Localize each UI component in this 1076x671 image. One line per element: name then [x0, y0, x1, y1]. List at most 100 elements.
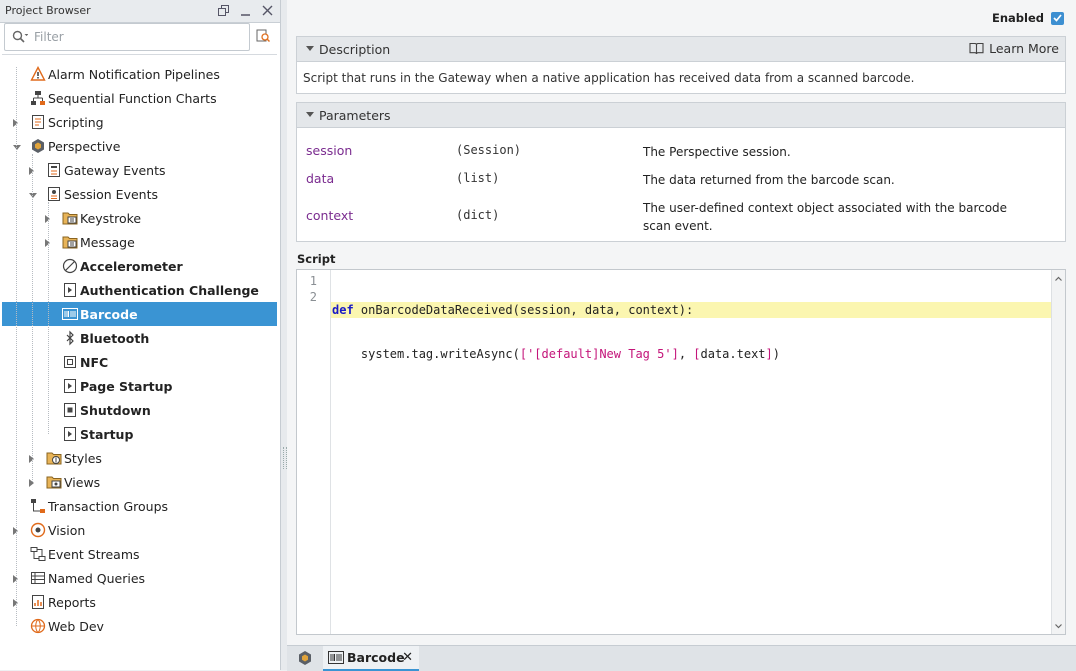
tree-item-vision[interactable]: Vision — [2, 518, 277, 542]
tree-item-page-startup[interactable]: Page Startup — [2, 374, 277, 398]
web-dev-icon — [30, 618, 46, 634]
learn-more-link[interactable]: Learn More — [969, 41, 1059, 56]
description-header[interactable]: Description Learn More — [297, 37, 1065, 62]
vision-icon — [30, 522, 46, 538]
tree-item-scripting[interactable]: Scripting — [2, 110, 277, 134]
line-number: 2 — [309, 290, 317, 304]
tree-item-views[interactable]: Views — [2, 470, 277, 494]
tree-item-label: Perspective — [48, 139, 121, 154]
tree-item-label: Web Dev — [48, 619, 104, 634]
code-bracket: ] — [765, 347, 773, 361]
tree-item-label: Gateway Events — [64, 163, 166, 178]
accelerometer-icon — [62, 258, 78, 274]
learn-more-label: Learn More — [989, 41, 1059, 56]
tree-item-nfc[interactable]: NFC — [2, 350, 277, 374]
parameter-description: The user-defined context object associat… — [643, 201, 1008, 233]
tab-label: Barcode — [347, 650, 405, 665]
tree-item-perspective[interactable]: Perspective — [2, 134, 277, 158]
tree-item-label: Page Startup — [80, 379, 173, 394]
tree-item-session-events[interactable]: Session Events — [2, 182, 277, 206]
tree-item-keystroke[interactable]: Keystroke — [2, 206, 277, 230]
tree-item-reports[interactable]: Reports — [2, 590, 277, 614]
code-bracket: [ — [693, 347, 701, 361]
tree-item-event-streams[interactable]: Event Streams — [2, 542, 277, 566]
enabled-checkbox[interactable] — [1051, 11, 1064, 25]
close-icon[interactable] — [260, 3, 274, 17]
perspective-icon — [30, 138, 46, 154]
tree-item-label: Transaction Groups — [48, 499, 169, 514]
shutdown-icon — [62, 402, 78, 418]
locate-icon[interactable] — [256, 29, 271, 43]
collapse-triangle-icon[interactable] — [306, 46, 314, 52]
enabled-label: Enabled — [991, 11, 1044, 25]
tree-item-sequential-function-charts[interactable]: Sequential Function Charts — [2, 86, 277, 110]
bluetooth-icon — [62, 330, 78, 346]
tree-item-label: Event Streams — [48, 547, 140, 562]
tree-item-shutdown[interactable]: Shutdown — [2, 398, 277, 422]
alarm-pipeline-icon — [30, 65, 46, 82]
tab-close-icon[interactable]: ✕ — [402, 650, 413, 665]
tree-item-message[interactable]: Message — [2, 230, 277, 254]
tree-item-styles[interactable]: Styles — [2, 446, 277, 470]
tree-item-alarm-notification-pipelines[interactable]: Alarm Notification Pipelines — [2, 62, 277, 86]
tree-guide-line — [32, 154, 33, 482]
project-tree: Alarm Notification Pipelines Sequential F… — [2, 54, 277, 670]
tab-barcode[interactable]: Barcode ✕ — [323, 646, 419, 671]
collapse-triangle-icon[interactable] — [306, 112, 314, 118]
editor-tab-bar: Barcode ✕ — [287, 645, 1076, 671]
vertical-scrollbar[interactable] — [1051, 270, 1065, 634]
filter-placeholder: Filter — [34, 30, 64, 44]
tree-item-label: Shutdown — [80, 403, 151, 418]
tree-item-label: Scripting — [48, 115, 104, 130]
tree-item-label: Accelerometer — [80, 259, 183, 274]
code-line[interactable]: def onBarcodeDataReceived(session, data,… — [331, 302, 1051, 318]
tree-item-accelerometer[interactable]: Accelerometer — [2, 254, 277, 278]
tree-item-barcode[interactable]: Barcode — [2, 302, 277, 326]
parameter-type: (dict) — [456, 208, 500, 222]
tree-item-label: Barcode — [80, 307, 138, 322]
tree-item-web-dev[interactable]: Web Dev — [2, 614, 277, 638]
code-text: data.text — [700, 347, 766, 361]
tree-guide-line — [48, 202, 49, 434]
parameter-name: data — [306, 171, 335, 186]
gateway-events-icon — [46, 162, 62, 178]
tree-item-label: Message — [80, 235, 135, 250]
tree-item-bluetooth[interactable]: Bluetooth — [2, 326, 277, 350]
tree-item-startup[interactable]: Startup — [2, 422, 277, 446]
code-line[interactable]: system.tag.writeAsync(['[default]New Tag… — [331, 346, 1051, 362]
tree-item-label: Keystroke — [80, 211, 142, 226]
code-string: '[default]New Tag 5' — [527, 347, 672, 361]
reports-icon — [30, 594, 46, 610]
search-icon — [12, 30, 29, 47]
perspective-icon[interactable] — [297, 650, 313, 669]
tree-item-gateway-events[interactable]: Gateway Events — [2, 158, 277, 182]
tree-item-named-queries[interactable]: Named Queries — [2, 566, 277, 590]
code-editor[interactable]: 1 2 def onBarcodeDataReceived(session, d… — [296, 269, 1066, 635]
parameter-name: context — [306, 208, 354, 223]
code-content[interactable]: def onBarcodeDataReceived(session, data,… — [331, 274, 1051, 390]
filter-input[interactable]: Filter — [4, 23, 250, 51]
tree-item-authentication-challenge[interactable]: Authentication Challenge — [2, 278, 277, 302]
tree-item-label: Styles — [64, 451, 102, 466]
tree-item-label: Reports — [48, 595, 96, 610]
scroll-down-icon[interactable] — [1052, 620, 1065, 632]
parameter-description: The data returned from the barcode scan. — [643, 173, 895, 187]
parameters-header[interactable]: Parameters — [297, 103, 1065, 128]
script-event-icon — [62, 282, 78, 298]
float-icon[interactable] — [216, 3, 230, 17]
parameter-type: (Session) — [456, 143, 522, 157]
scroll-up-icon[interactable] — [1052, 273, 1065, 285]
transaction-groups-icon — [30, 498, 46, 514]
tree-item-label: Bluetooth — [80, 331, 150, 346]
description-title: Description — [319, 42, 391, 57]
event-streams-icon — [30, 546, 46, 562]
minimize-icon[interactable] — [238, 3, 252, 17]
code-text: ) — [772, 347, 780, 361]
parameter-name: session — [306, 143, 353, 158]
named-queries-icon — [30, 570, 46, 586]
enabled-toggle[interactable]: Enabled — [992, 11, 1064, 25]
tree-item-transaction-groups[interactable]: Transaction Groups — [2, 494, 277, 518]
code-keyword: def — [332, 303, 354, 317]
parameter-description: The Perspective session. — [643, 145, 791, 159]
parameters-section: Parameters session (Session) The Perspec… — [296, 102, 1066, 242]
